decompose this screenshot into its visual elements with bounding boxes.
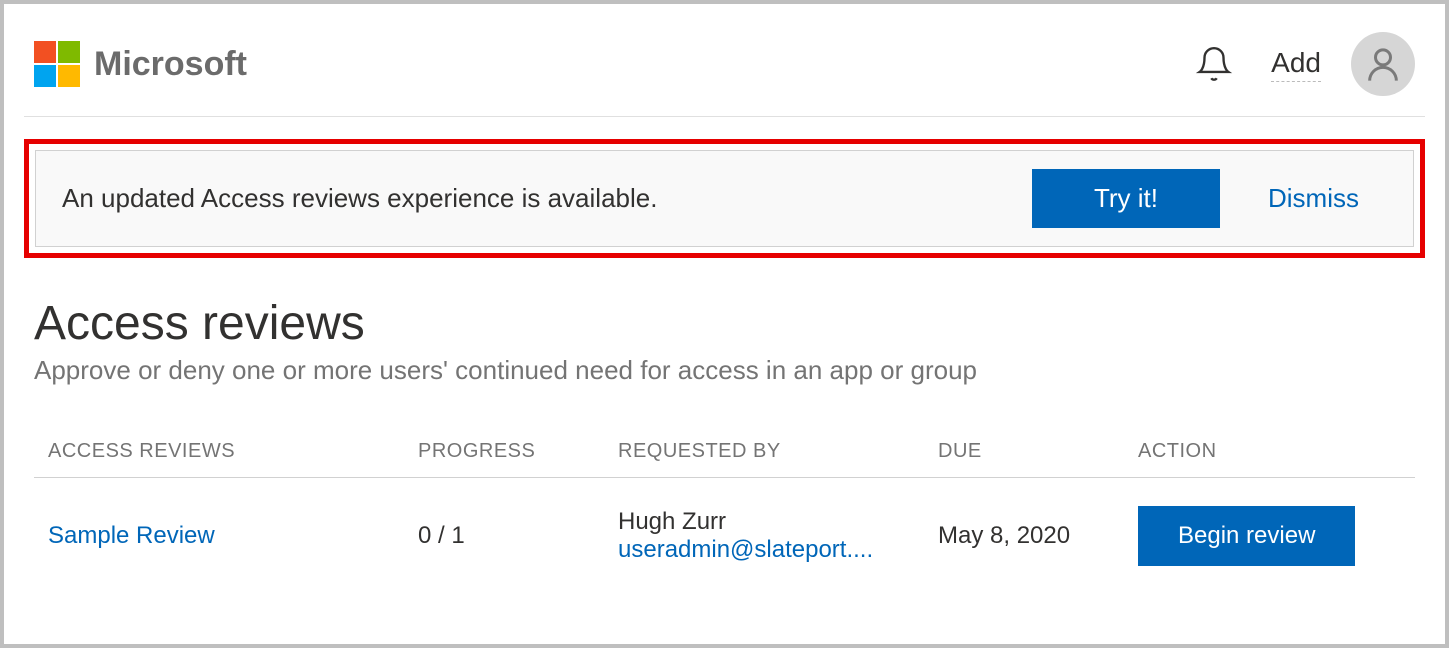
page-subtitle: Approve or deny one or more users' conti… xyxy=(4,351,1445,426)
begin-review-button[interactable]: Begin review xyxy=(1138,506,1355,566)
try-it-button[interactable]: Try it! xyxy=(1032,169,1220,228)
person-icon xyxy=(1363,44,1403,84)
col-header-due: DUE xyxy=(938,440,1138,463)
banner-message: An updated Access reviews experience is … xyxy=(62,183,1012,214)
table-row: Sample Review 0 / 1 Hugh Zurr useradmin@… xyxy=(34,478,1415,594)
dismiss-button[interactable]: Dismiss xyxy=(1240,169,1387,228)
col-header-name: ACCESS REVIEWS xyxy=(48,440,418,463)
avatar[interactable] xyxy=(1351,32,1415,96)
reviews-table: ACCESS REVIEWS PROGRESS REQUESTED BY DUE… xyxy=(34,426,1415,594)
requested-by-name: Hugh Zurr xyxy=(618,508,938,536)
bell-icon xyxy=(1195,45,1233,83)
update-banner: An updated Access reviews experience is … xyxy=(35,150,1414,247)
microsoft-logo-icon xyxy=(34,41,80,87)
header-divider xyxy=(24,116,1425,117)
col-header-action: ACTION xyxy=(1138,440,1401,463)
add-label[interactable]: Add xyxy=(1271,47,1321,82)
header: Microsoft Add xyxy=(4,4,1445,116)
brand-text: Microsoft xyxy=(94,45,247,84)
due-date: May 8, 2020 xyxy=(938,522,1070,549)
col-header-requested: REQUESTED BY xyxy=(618,440,938,463)
page-title: Access reviews xyxy=(4,296,1445,351)
review-name-link[interactable]: Sample Review xyxy=(48,522,215,549)
table-header: ACCESS REVIEWS PROGRESS REQUESTED BY DUE… xyxy=(34,426,1415,478)
col-header-progress: PROGRESS xyxy=(418,440,618,463)
requested-by-email-link[interactable]: useradmin@slateport.... xyxy=(618,536,908,564)
banner-highlight: An updated Access reviews experience is … xyxy=(24,139,1425,258)
progress-value: 0 / 1 xyxy=(418,522,465,549)
header-actions: Add xyxy=(1187,32,1415,96)
brand-area: Microsoft xyxy=(34,41,247,87)
notifications-button[interactable] xyxy=(1187,37,1241,91)
